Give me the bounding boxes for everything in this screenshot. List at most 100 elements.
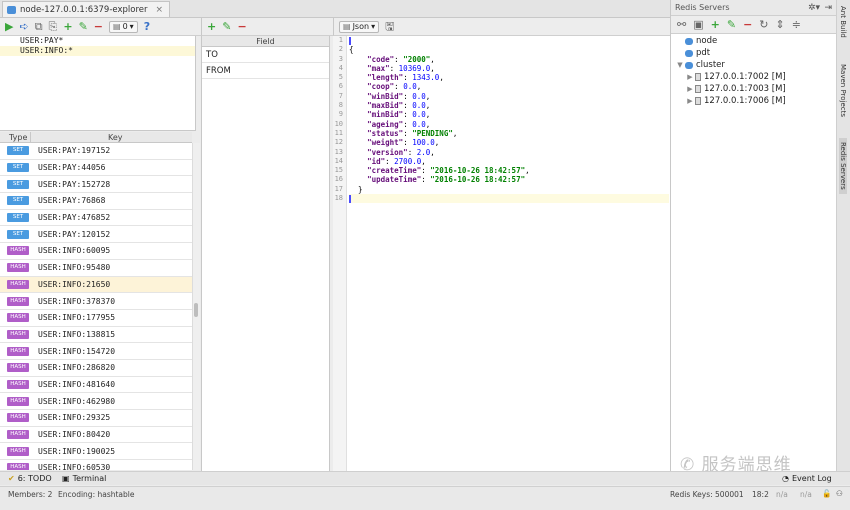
table-row[interactable]: SET USER:PAY:44056 bbox=[0, 160, 192, 177]
table-row[interactable]: HASH USER:INFO:462980 bbox=[0, 393, 192, 410]
table-row[interactable]: HASH USER:INFO:138815 bbox=[0, 327, 192, 344]
terminal-label: Terminal bbox=[72, 474, 107, 483]
table-row[interactable]: HASH USER:INFO:80420 bbox=[0, 427, 192, 444]
expand-all-icon[interactable]: ⇕ bbox=[776, 19, 785, 30]
line-separator-status[interactable]: n/a bbox=[776, 490, 788, 499]
table-row[interactable]: SET USER:PAY:120152 bbox=[0, 226, 192, 244]
tool-window-bar: ✔ 6: TODO ▣ Terminal ◔ Event Log bbox=[0, 471, 850, 485]
key-pattern-list: USER:PAY* USER:INFO:* bbox=[0, 36, 196, 131]
code-token: , bbox=[425, 119, 431, 129]
todo-button[interactable]: ✔ 6: TODO bbox=[8, 474, 52, 483]
help-icon[interactable]: ? bbox=[144, 21, 150, 32]
pattern-item[interactable]: USER:INFO:* bbox=[0, 46, 195, 56]
close-icon[interactable]: × bbox=[156, 5, 164, 15]
gear-icon[interactable]: ✲▾ bbox=[808, 0, 820, 16]
tree-item[interactable]: ▼ cluster bbox=[671, 59, 836, 71]
field-column-header[interactable]: Field bbox=[202, 36, 329, 47]
connect-icon[interactable]: ⚯ bbox=[677, 19, 686, 30]
expand-down-icon[interactable]: ▼ bbox=[675, 61, 685, 69]
table-row[interactable]: HASH USER:INFO:29325 bbox=[0, 410, 192, 427]
field-row[interactable]: TO bbox=[202, 47, 329, 63]
table-row[interactable]: SET USER:PAY:476852 bbox=[0, 210, 192, 227]
line-number: 3 bbox=[338, 54, 343, 63]
tree-item-label: cluster bbox=[696, 60, 725, 70]
table-row[interactable]: SET USER:PAY:152728 bbox=[0, 176, 192, 194]
type-badge: HASH bbox=[7, 346, 29, 356]
type-column-header[interactable]: Type bbox=[9, 133, 27, 142]
code-token: , bbox=[452, 128, 458, 138]
status-bar: Members: 2 Encoding: hashtable Redis Key… bbox=[0, 486, 850, 510]
key-name: USER:PAY:76868 bbox=[38, 196, 106, 206]
maven-projects-tab[interactable]: Maven Projects bbox=[839, 64, 847, 117]
tree-item[interactable]: node bbox=[671, 35, 836, 47]
event-log-button[interactable]: ◔ Event Log bbox=[782, 474, 832, 483]
explorer-tab[interactable]: node-127.0.0.1:6379-explorer × bbox=[2, 1, 171, 17]
encoding-picker[interactable]: n/a bbox=[800, 490, 812, 499]
code-area[interactable]: { "code": "2000", "max": 10369.0, "lengt… bbox=[349, 36, 669, 204]
table-row[interactable]: SET USER:PAY:76868 bbox=[0, 193, 192, 210]
expand-right-icon[interactable]: ▶ bbox=[685, 85, 695, 93]
hide-icon[interactable]: ⇥ bbox=[824, 0, 832, 16]
run-icon[interactable]: ▶ bbox=[5, 21, 13, 32]
file-icon: ▤ bbox=[343, 22, 351, 31]
console-icon[interactable]: ▣ bbox=[693, 19, 703, 30]
save-icon[interactable]: 🖫 bbox=[385, 21, 394, 32]
add-field-icon[interactable]: + bbox=[207, 21, 216, 32]
type-badge: HASH bbox=[7, 413, 29, 423]
remove-icon[interactable]: − bbox=[94, 21, 103, 32]
table-row[interactable]: HASH USER:INFO:60530 bbox=[0, 460, 192, 470]
table-row[interactable]: HASH USER:INFO:21650 bbox=[0, 276, 192, 294]
key-name: USER:PAY:197152 bbox=[38, 146, 111, 156]
table-row[interactable]: HASH USER:INFO:154720 bbox=[0, 343, 192, 360]
cursor-position[interactable]: 18:2 bbox=[752, 490, 769, 499]
lock-icon[interactable]: 🔓 bbox=[822, 489, 831, 498]
field-row[interactable]: FROM bbox=[202, 63, 329, 79]
tree-item[interactable]: ▶ 127.0.0.1:7003 [M] bbox=[671, 83, 836, 95]
table-row[interactable]: HASH USER:INFO:190025 bbox=[0, 443, 192, 461]
table-row[interactable]: HASH USER:INFO:378370 bbox=[0, 293, 192, 310]
edit-icon[interactable]: ✎ bbox=[79, 21, 88, 32]
table-row[interactable]: HASH USER:INFO:177955 bbox=[0, 310, 192, 327]
pattern-item[interactable]: USER:PAY* bbox=[0, 36, 195, 46]
table-row[interactable]: HASH USER:INFO:286820 bbox=[0, 360, 192, 377]
expand-right-icon[interactable]: ▶ bbox=[685, 97, 695, 105]
expand-right-icon[interactable]: ▶ bbox=[685, 73, 695, 81]
arrow-right-icon[interactable]: ➪ bbox=[19, 21, 28, 32]
table-row[interactable]: HASH USER:INFO:60095 bbox=[0, 243, 192, 260]
add-icon[interactable]: + bbox=[63, 21, 72, 32]
code-token: : bbox=[421, 175, 431, 185]
tree-item[interactable]: pdt bbox=[671, 47, 836, 59]
code-token: , bbox=[425, 110, 431, 120]
table-row[interactable]: HASH USER:INFO:95480 bbox=[0, 260, 192, 277]
code-token: "weight" bbox=[367, 138, 404, 148]
redis-servers-tab[interactable]: Redis Servers bbox=[839, 138, 847, 194]
collapse-all-icon[interactable]: ≑ bbox=[792, 19, 801, 30]
line-number: 15 bbox=[334, 166, 343, 175]
add-server-icon[interactable]: + bbox=[711, 19, 720, 30]
remove-server-icon[interactable]: − bbox=[743, 19, 752, 30]
edit-field-icon[interactable]: ✎ bbox=[222, 21, 231, 32]
type-badge: SET bbox=[7, 146, 29, 156]
edit-server-icon[interactable]: ✎ bbox=[727, 19, 736, 30]
ant-build-tab[interactable]: Ant Build bbox=[839, 6, 847, 38]
format-select[interactable]: ▤ Json ▾ bbox=[339, 20, 380, 33]
inspector-icon[interactable]: ⚇ bbox=[836, 489, 843, 498]
refresh-icon[interactable]: ↻ bbox=[759, 19, 768, 30]
code-token: 100.0 bbox=[412, 138, 435, 148]
remove-field-icon[interactable]: − bbox=[237, 21, 246, 32]
tree-item[interactable]: ▶ 127.0.0.1:7006 [M] bbox=[671, 95, 836, 107]
table-row[interactable]: SET USER:PAY:197152 bbox=[0, 143, 192, 160]
terminal-button[interactable]: ▣ Terminal bbox=[62, 474, 106, 483]
code-token: : bbox=[389, 63, 399, 73]
code-token: "updateTime" bbox=[367, 175, 422, 185]
format-value: Json bbox=[352, 22, 370, 31]
key-column-header[interactable]: Key bbox=[108, 133, 123, 142]
scrollbar-thumb[interactable] bbox=[194, 303, 198, 317]
database-select[interactable]: ▤ 0 ▾ bbox=[109, 20, 138, 33]
table-row[interactable]: HASH USER:INFO:481640 bbox=[0, 377, 192, 394]
paste-icon[interactable]: ⎘ bbox=[49, 21, 58, 32]
value-editor[interactable]: 1 2 3 4 5 6 7 8 9 10 11 12 13 14 15 16 17 18 { "code": "2… bbox=[333, 36, 670, 471]
copy-icon[interactable]: ⧉ bbox=[35, 21, 43, 32]
tree-item[interactable]: ▶ 127.0.0.1:7002 [M] bbox=[671, 71, 836, 83]
